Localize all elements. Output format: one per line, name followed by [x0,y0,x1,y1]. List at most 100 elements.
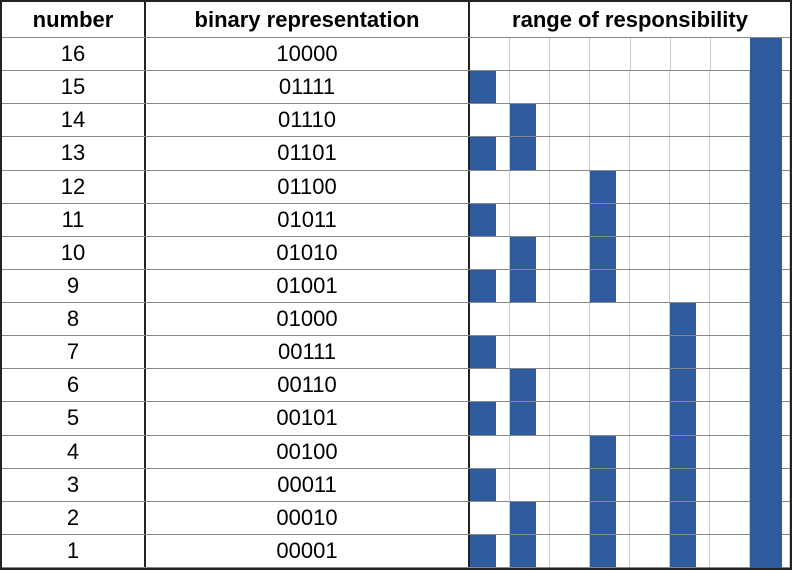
table-row: 1201100 [2,171,790,204]
table-row: 1610000 [2,38,790,71]
range-slot [510,336,550,368]
range-slot [710,270,750,302]
range-slot [630,237,670,269]
range-bar [590,237,616,269]
table-row: 500101 [2,402,790,435]
range-slot [630,535,670,567]
range-bar [590,436,616,468]
table-row: 700111 [2,336,790,369]
range-slot [670,104,710,136]
range-slot [550,104,590,136]
table-row: 300011 [2,469,790,502]
range-slot [750,204,790,236]
range-slot [670,137,710,169]
table-row: 200010 [2,502,790,535]
range-bar [590,502,616,534]
range-slot [470,104,510,136]
range-slot [510,303,550,335]
fenwick-table: number binary representation range of re… [0,0,792,570]
range-slot [630,303,670,335]
range-bar [590,469,616,501]
cell-range [470,204,790,236]
range-slot [750,104,790,136]
range-slot [710,436,750,468]
cell-binary: 00101 [146,402,470,434]
cell-range [470,71,790,103]
range-bar [510,369,536,401]
range-slot [590,104,630,136]
range-bar [510,104,536,136]
range-slot [630,369,670,401]
cell-range [470,436,790,468]
header-range-label: range of responsibility [512,7,748,33]
range-slot [750,436,790,468]
range-slot [590,402,630,434]
range-bar [670,402,696,434]
cell-number: 2 [2,502,146,534]
range-slot [630,171,670,203]
cell-range [470,469,790,501]
cell-range [470,38,790,70]
cell-binary: 01010 [146,237,470,269]
range-bar [510,402,536,434]
cell-number: 14 [2,104,146,136]
cell-range [470,237,790,269]
cell-number: 13 [2,137,146,169]
range-slot [710,137,750,169]
range-slot [670,71,710,103]
cell-number: 16 [2,38,146,70]
table-row: 801000 [2,303,790,336]
cell-number: 8 [2,303,146,335]
cell-number: 7 [2,336,146,368]
range-bar [470,402,496,434]
cell-number: 11 [2,204,146,236]
range-bar [470,204,496,236]
range-bar [470,469,496,501]
range-slot [631,38,671,70]
range-slot [750,71,790,103]
range-slot [710,535,750,567]
range-slot [710,204,750,236]
range-slot [630,104,670,136]
range-slot [470,303,510,335]
range-bar [510,502,536,534]
range-slot [470,436,510,468]
cell-binary: 00011 [146,469,470,501]
cell-range [470,270,790,302]
cell-binary: 01001 [146,270,470,302]
range-bar [470,535,496,567]
range-slot [590,303,630,335]
range-slot [711,38,751,70]
range-slot [470,502,510,534]
cell-binary: 00001 [146,535,470,567]
range-slot [550,38,590,70]
cell-binary: 01100 [146,171,470,203]
range-slot [590,137,630,169]
range-bar [510,270,536,302]
cell-range [470,502,790,534]
range-slot [550,502,590,534]
range-slot [750,402,790,434]
range-slot [550,469,590,501]
table-row: 600110 [2,369,790,402]
range-slot [710,502,750,534]
range-bar [470,336,496,368]
range-slot [750,171,790,203]
range-slot [550,436,590,468]
range-slot [750,502,790,534]
range-bar [470,137,496,169]
range-bar [670,436,696,468]
range-slot [670,270,710,302]
range-slot [710,71,750,103]
cell-range [470,104,790,136]
range-slot [510,204,550,236]
range-slot [750,369,790,401]
range-slot [590,369,630,401]
table-row: 400100 [2,436,790,469]
range-bar [590,171,616,203]
table-row: 1101011 [2,204,790,237]
range-slot [710,336,750,368]
range-slot [510,71,550,103]
header-binary: binary representation [146,2,470,37]
cell-binary: 01111 [146,71,470,103]
